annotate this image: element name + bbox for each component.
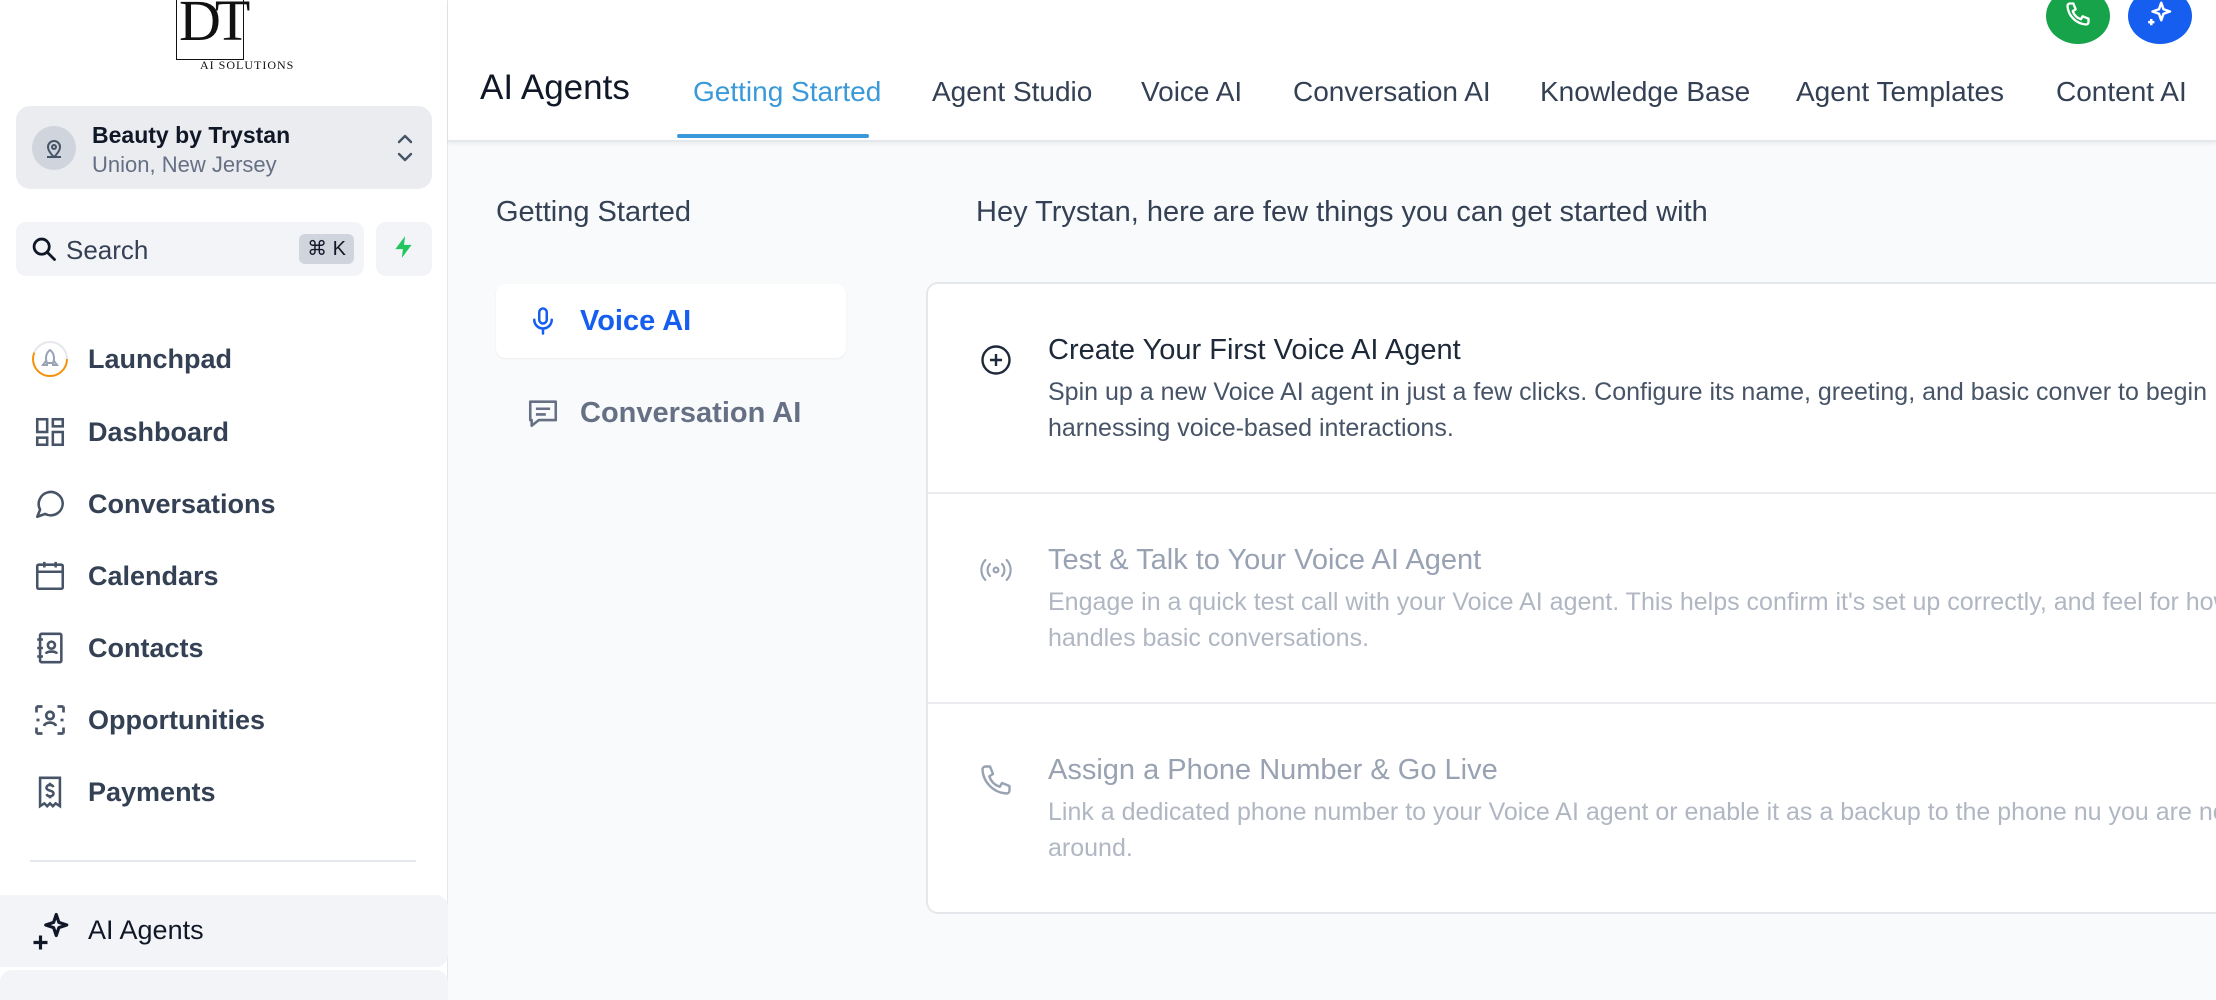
contacts-book-icon <box>30 628 70 668</box>
logo-mark: DT <box>176 0 250 60</box>
sidebar-item-label: Payments <box>88 776 216 807</box>
tab-agent-studio[interactable]: Agent Studio <box>932 76 1092 108</box>
step-assign-number[interactable]: Assign a Phone Number & Go Live Link a d… <box>928 702 2216 912</box>
logo-subtitle: AI SOLUTIONS <box>200 58 295 72</box>
menu-item-label: Conversation AI <box>580 396 802 429</box>
location-address: Union, New Jersey <box>92 152 277 177</box>
steps-card: Create Your First Voice AI Agent Spin up… <box>926 282 2216 914</box>
sidebar-item-label: Opportunities <box>88 704 265 735</box>
search-placeholder: Search <box>66 235 149 265</box>
plus-circle-icon <box>976 340 1016 380</box>
sidebar-item-conversations[interactable]: Conversations <box>30 479 276 529</box>
chevron-up-down-icon <box>394 130 416 171</box>
sidebar-item-label: Contacts <box>88 632 204 663</box>
call-button[interactable] <box>2046 0 2110 44</box>
sidebar-item-label: Conversations <box>88 488 276 519</box>
sidebar-item-label: Dashboard <box>88 416 230 447</box>
grid-icon <box>30 412 70 452</box>
step-description: Spin up a new Voice AI agent in just a f… <box>1048 378 2208 442</box>
sidebar-item-payments[interactable]: Payments <box>30 767 216 817</box>
rocket-icon <box>30 339 70 379</box>
calendar-icon <box>30 556 70 596</box>
sidebar-item-label: AI Agents <box>88 915 204 945</box>
lightning-icon <box>391 234 417 265</box>
broadcast-icon <box>976 550 1016 590</box>
page-title: AI Agents <box>480 68 630 107</box>
receipt-dollar-icon <box>30 772 70 812</box>
tab-getting-started[interactable]: Getting Started <box>693 76 881 108</box>
sidebar: DT AI SOLUTIONS Beauty by Trystan Union,… <box>0 0 448 1000</box>
sidebar-item-launchpad[interactable]: Launchpad <box>30 334 232 384</box>
step-title: Test & Talk to Your Voice AI Agent <box>1048 544 1482 576</box>
sidebar-item-calendars[interactable]: Calendars <box>30 551 219 601</box>
location-pin-icon <box>32 126 76 170</box>
opportunities-icon <box>30 700 70 740</box>
sidebar-item-ai-agents[interactable]: AI Agents <box>0 895 448 967</box>
step-description: Link a dedicated phone number to your Vo… <box>1048 798 2216 862</box>
sparkles-icon <box>30 911 72 958</box>
menu-item-conversation-ai[interactable]: Conversation AI <box>496 376 846 450</box>
phone-icon <box>2064 0 2092 33</box>
menu-item-voice-ai[interactable]: Voice AI <box>496 284 846 358</box>
sidebar-item-contacts[interactable]: Contacts <box>30 623 204 673</box>
step-title: Create Your First Voice AI Agent <box>1048 334 1461 366</box>
active-tab-indicator <box>677 134 869 138</box>
tab-knowledge-base[interactable]: Knowledge Base <box>1540 76 1750 108</box>
brand-logo[interactable]: DT AI SOLUTIONS <box>172 0 302 74</box>
tab-voice-ai[interactable]: Voice AI <box>1141 76 1242 108</box>
sparkle-icon <box>2145 0 2175 34</box>
location-switcher[interactable]: Beauty by Trystan Union, New Jersey <box>16 106 432 189</box>
tab-agent-templates[interactable]: Agent Templates <box>1796 76 2004 108</box>
search-icon <box>30 235 58 268</box>
search-shortcut: ⌘ K <box>299 234 354 264</box>
getting-started-heading: Getting Started <box>496 196 692 228</box>
chat-bubble-icon <box>30 484 70 524</box>
ai-assistant-button[interactable] <box>2128 0 2192 44</box>
sidebar-item-dashboard[interactable]: Dashboard <box>30 407 229 457</box>
sidebar-item-partial[interactable] <box>0 970 448 1000</box>
menu-item-label: Voice AI <box>580 304 692 337</box>
step-description: Engage in a quick test call with your Vo… <box>1048 588 2216 652</box>
microphone-icon <box>526 304 560 338</box>
sidebar-divider <box>30 860 416 862</box>
sidebar-item-label: Calendars <box>88 560 219 591</box>
step-create-agent[interactable]: Create Your First Voice AI Agent Spin up… <box>928 284 2216 494</box>
phone-icon <box>976 760 1016 800</box>
welcome-heading: Hey Trystan, here are few things you can… <box>976 196 1708 228</box>
location-name: Beauty by Trystan <box>92 122 291 148</box>
search-bar[interactable]: Search ⌘ K <box>16 222 364 276</box>
message-square-icon <box>526 396 560 430</box>
step-title: Assign a Phone Number & Go Live <box>1048 754 1498 786</box>
tab-conversation-ai[interactable]: Conversation AI <box>1293 76 1491 108</box>
sidebar-item-opportunities[interactable]: Opportunities <box>30 695 265 745</box>
top-bar: AI Agents Getting Started Agent Studio V… <box>448 0 2216 142</box>
tab-content-ai[interactable]: Content AI <box>2056 76 2187 108</box>
quick-action-button[interactable] <box>376 222 432 276</box>
sidebar-item-label: Launchpad <box>88 343 233 374</box>
step-test-agent[interactable]: Test & Talk to Your Voice AI Agent Engag… <box>928 492 2216 702</box>
